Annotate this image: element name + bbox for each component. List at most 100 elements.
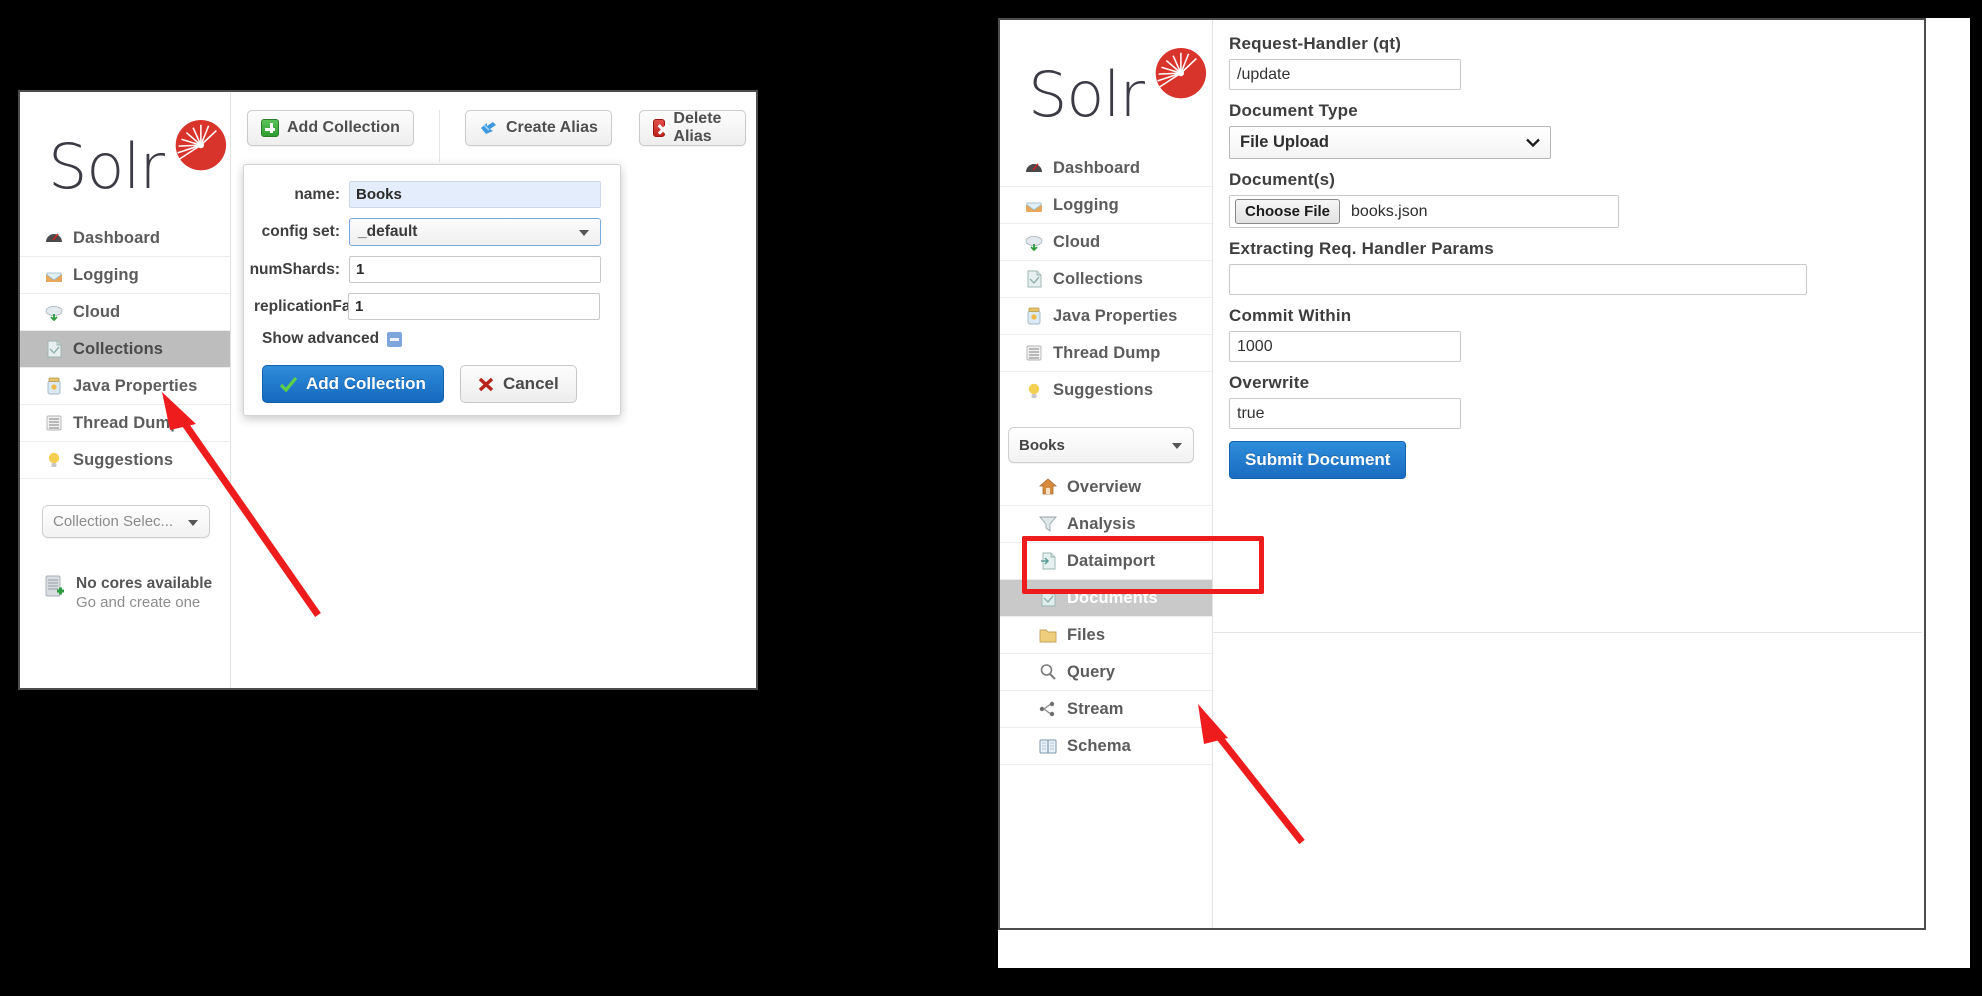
show-advanced-checkbox-icon[interactable] bbox=[387, 331, 403, 347]
choose-file-button[interactable]: Choose File bbox=[1235, 199, 1341, 224]
commit-within-input[interactable]: 1000 bbox=[1229, 331, 1461, 362]
overwrite-input[interactable]: true bbox=[1229, 398, 1461, 429]
config-set-value: _default bbox=[358, 223, 418, 240]
sidebar-item-logging[interactable]: Logging bbox=[20, 257, 230, 294]
right-nav-list: Dashboard Logging Cloud Collections Java… bbox=[1000, 150, 1212, 409]
extracting-params-input[interactable] bbox=[1229, 264, 1807, 295]
sidebar-item-label: Thread Dump bbox=[1053, 343, 1161, 362]
collection-name-input[interactable]: Books bbox=[349, 181, 601, 208]
collection-nav-item-label: Schema bbox=[1067, 736, 1131, 755]
logging-icon bbox=[1026, 202, 1042, 212]
collection-nav-item-query[interactable]: Query bbox=[1000, 654, 1212, 691]
document-type-select[interactable]: File Upload bbox=[1229, 126, 1551, 159]
show-advanced-toggle[interactable]: Show advanced bbox=[262, 330, 606, 348]
document-type-value: File Upload bbox=[1240, 133, 1329, 151]
sidebar-item-collections[interactable]: Collections bbox=[20, 331, 230, 368]
create-alias-button[interactable]: Create Alias bbox=[465, 110, 612, 146]
logging-icon bbox=[46, 272, 62, 282]
dialog-field-name: name: Books bbox=[244, 181, 606, 208]
plus-icon bbox=[261, 119, 279, 137]
sidebar-item-cloud[interactable]: Cloud bbox=[20, 294, 230, 331]
documents-icon bbox=[1041, 589, 1056, 607]
dialog-add-collection-label: Add Collection bbox=[306, 374, 426, 393]
document-upload-form: Request-Handler (qt) /update Document Ty… bbox=[1229, 34, 1910, 479]
collection-nav-item-stream[interactable]: Stream bbox=[1000, 691, 1212, 728]
num-shards-input[interactable]: 1 bbox=[349, 256, 601, 283]
java-properties-icon bbox=[47, 377, 61, 395]
solr-logo-text: Solr bbox=[48, 130, 165, 203]
collection-nav-item-label: Query bbox=[1067, 662, 1116, 681]
dialog-field-label: numShards: bbox=[249, 260, 340, 278]
collection-selector-value: Books bbox=[1019, 436, 1065, 454]
collection-nav-item-files[interactable]: Files bbox=[1000, 617, 1212, 654]
chosen-file-name: books.json bbox=[1351, 202, 1428, 220]
sidebar-item-label: Java Properties bbox=[73, 376, 198, 395]
suggestions-icon bbox=[1028, 383, 1040, 398]
sidebar-item-dashboard[interactable]: Dashboard bbox=[1000, 150, 1212, 187]
chevron-down-icon bbox=[1526, 138, 1540, 147]
sidebar-item-label: Dashboard bbox=[73, 228, 161, 247]
thread-dump-icon bbox=[1026, 345, 1042, 361]
solr-logo-text: Solr bbox=[1028, 58, 1145, 131]
thread-dump-icon bbox=[46, 415, 62, 431]
dialog-field-label: replicationFactor: bbox=[254, 297, 348, 315]
sidebar-item-label: Logging bbox=[1053, 195, 1119, 214]
query-icon bbox=[1040, 664, 1056, 680]
no-cores-subtitle[interactable]: Go and create one bbox=[76, 593, 212, 612]
sidebar-item-label: Collections bbox=[1053, 269, 1144, 288]
overwrite-value: true bbox=[1237, 404, 1265, 422]
analysis-icon bbox=[1039, 516, 1057, 532]
left-collection-selector-wrap: Collection Selec... bbox=[20, 479, 230, 538]
collection-nav-item-dataimport[interactable]: Dataimport bbox=[1000, 543, 1212, 580]
collection-nav-item-label: Analysis bbox=[1067, 514, 1136, 533]
replication-factor-input[interactable]: 1 bbox=[348, 293, 600, 320]
sidebar-item-collections[interactable]: Collections bbox=[1000, 261, 1212, 298]
submit-document-button[interactable]: Submit Document bbox=[1229, 441, 1407, 479]
delete-alias-button[interactable]: Delete Alias bbox=[639, 110, 746, 146]
right-solr-admin-window: Solr Dashboard Logging Cloud Collections… bbox=[998, 18, 1926, 930]
cloud-icon bbox=[1025, 236, 1043, 252]
sidebar-item-label: Cloud bbox=[73, 302, 121, 321]
sidebar-item-suggestions[interactable]: Suggestions bbox=[20, 442, 230, 479]
dataimport-icon bbox=[1041, 552, 1056, 570]
request-handler-input[interactable]: /update bbox=[1229, 59, 1461, 90]
collection-nav-item-label: Overview bbox=[1067, 477, 1142, 496]
sidebar-item-dashboard[interactable]: Dashboard bbox=[20, 220, 230, 257]
java-properties-icon bbox=[1027, 307, 1041, 325]
collection-nav-item-schema[interactable]: Schema bbox=[1000, 728, 1212, 765]
chevron-down-icon bbox=[579, 230, 589, 236]
sidebar-item-thread-dump[interactable]: Thread Dump bbox=[20, 405, 230, 442]
sidebar-item-suggestions[interactable]: Suggestions bbox=[1000, 372, 1212, 409]
dialog-cancel-button[interactable]: Cancel bbox=[459, 365, 577, 403]
dialog-field-replication-factor: replicationFactor: 1 bbox=[244, 293, 606, 320]
extracting-params-label: Extracting Req. Handler Params bbox=[1229, 239, 1494, 258]
collection-nav-item-overview[interactable]: Overview bbox=[1000, 469, 1212, 506]
replication-factor-value: 1 bbox=[355, 298, 364, 315]
left-sidebar: Solr Dashboard Logging Cloud Collections… bbox=[20, 92, 230, 688]
request-handler-value: /update bbox=[1237, 65, 1291, 83]
sidebar-item-java-properties[interactable]: Java Properties bbox=[20, 368, 230, 405]
config-set-select[interactable]: _default bbox=[349, 218, 601, 246]
collection-nav-item-documents[interactable]: Documents bbox=[1000, 580, 1212, 617]
dialog-actions: Add Collection Cancel bbox=[262, 365, 606, 403]
collection-selector[interactable]: Books bbox=[1008, 427, 1194, 463]
cloud-icon bbox=[45, 306, 63, 322]
sidebar-item-thread-dump[interactable]: Thread Dump bbox=[1000, 335, 1212, 372]
files-icon bbox=[1039, 629, 1057, 643]
no-cores-message: No cores available Go and create one bbox=[20, 538, 230, 612]
dialog-add-collection-button[interactable]: Add Collection bbox=[262, 365, 444, 403]
right-content-area: Request-Handler (qt) /update Document Ty… bbox=[1212, 20, 1924, 928]
add-collection-button[interactable]: Add Collection bbox=[247, 110, 414, 146]
document-file-input[interactable]: Choose File books.json bbox=[1229, 195, 1619, 228]
overview-icon bbox=[1038, 478, 1058, 495]
delete-alias-button-label: Delete Alias bbox=[673, 110, 722, 145]
left-solr-admin-window: Solr Dashboard Logging Cloud Collections… bbox=[18, 90, 758, 690]
sidebar-item-java-properties[interactable]: Java Properties bbox=[1000, 298, 1212, 335]
sidebar-item-label: Dashboard bbox=[1053, 158, 1141, 177]
collection-selector[interactable]: Collection Selec... bbox=[42, 505, 210, 538]
sidebar-item-logging[interactable]: Logging bbox=[1000, 187, 1212, 224]
collection-nav-item-analysis[interactable]: Analysis bbox=[1000, 506, 1212, 543]
right-sidebar: Solr Dashboard Logging Cloud Collections… bbox=[1000, 20, 1212, 928]
sidebar-item-cloud[interactable]: Cloud bbox=[1000, 224, 1212, 261]
sidebar-item-label: Logging bbox=[73, 265, 139, 284]
